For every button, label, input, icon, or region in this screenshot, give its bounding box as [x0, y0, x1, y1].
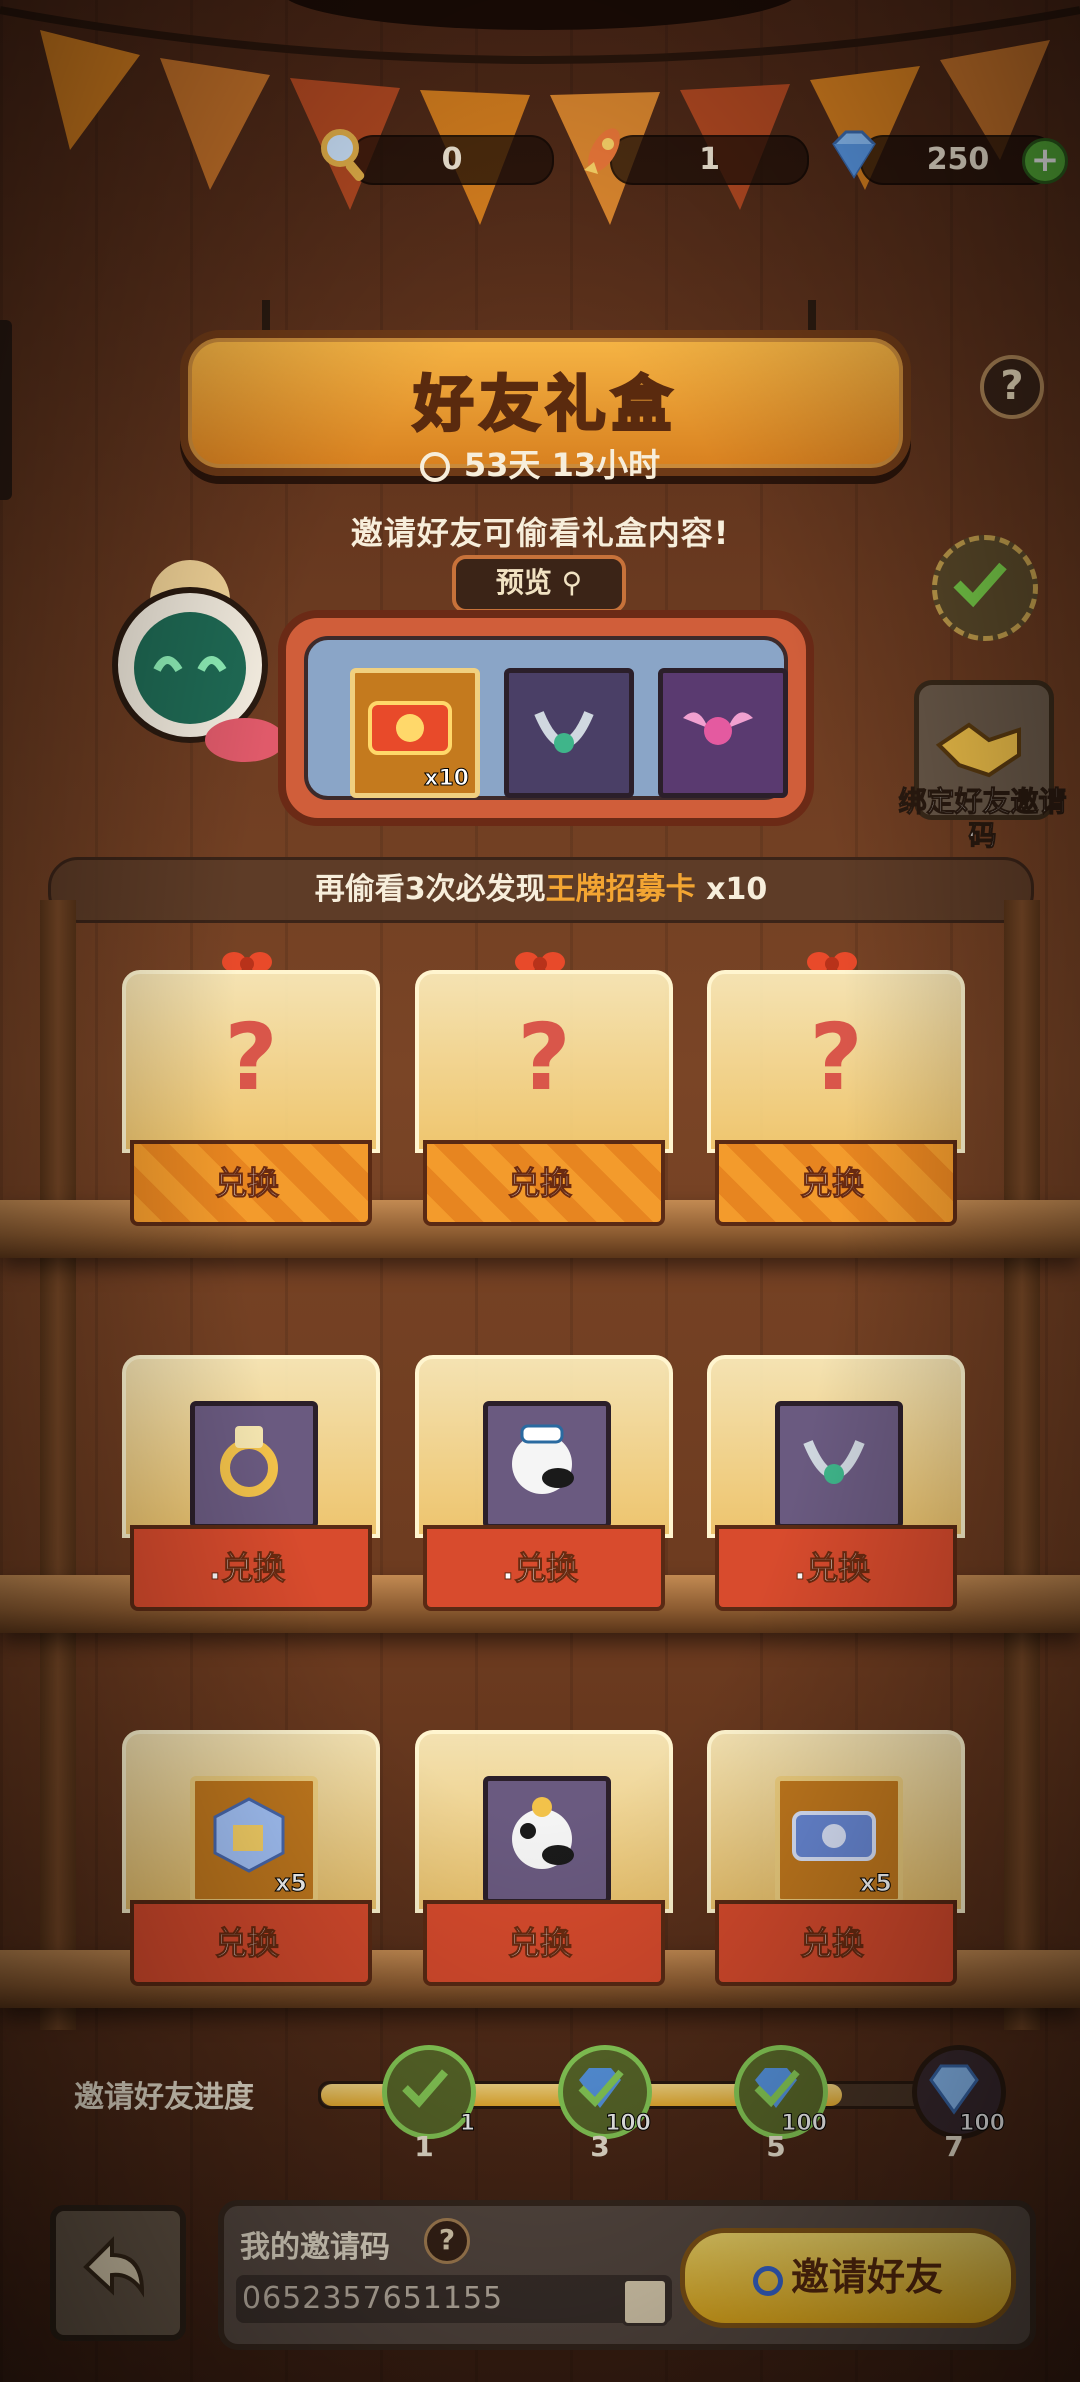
reward-box-blue-card[interactable]: x5 兑换: [707, 1730, 965, 1990]
reward-item-qty: x5: [274, 1869, 307, 1898]
invite-friends-button[interactable]: 邀请好友: [680, 2228, 1016, 2328]
mystery-box-3[interactable]: ? 兑换: [707, 952, 965, 1230]
add-gems-button[interactable]: +: [1022, 138, 1068, 184]
game-screen: 0 1 250 + 好友礼盒 ? 53天 13小时 邀请好友可偷看礼盒内容! 预…: [0, 0, 1080, 2382]
mystery-box-1[interactable]: ? 兑换: [122, 952, 380, 1230]
mystery-box-2[interactable]: ? 兑换: [415, 952, 673, 1230]
exchange-button[interactable]: 兑换: [122, 1918, 372, 1964]
sailor-dog-character-icon: [512, 1424, 574, 1494]
rocket-count: 1: [610, 135, 809, 185]
winged-charm-icon: [683, 712, 753, 745]
question-mark-icon: ?: [224, 1004, 278, 1111]
back-button[interactable]: [50, 2205, 186, 2341]
magnifier-count: 0: [350, 135, 554, 185]
countdown-text: 53天 13小时: [463, 446, 661, 484]
reward-box-duck[interactable]: .兑换: [415, 1355, 673, 1615]
reward-box-cube[interactable]: x5 兑换: [122, 1730, 380, 1990]
horn-ring-icon: [803, 1440, 865, 1484]
check-icon: [402, 2069, 449, 2108]
preview-item-qty: x10: [424, 766, 470, 792]
exchange-button[interactable]: .兑换: [122, 1543, 372, 1589]
reward-box-horn-ring[interactable]: .兑换: [707, 1355, 965, 1615]
bunting-decoration: [0, 0, 1080, 225]
reward-box-cow-dog[interactable]: 兑换: [415, 1730, 673, 1990]
progress-node-5[interactable]: 100: [734, 2045, 828, 2139]
shelf-post-left: [40, 900, 76, 2030]
progress-node-7[interactable]: 100: [912, 2045, 1006, 2139]
progress-step: 1: [414, 2130, 434, 2163]
progress-node-1[interactable]: 1: [382, 2045, 476, 2139]
exchange-button[interactable]: .兑换: [415, 1543, 665, 1589]
astronaut-mascot-icon: [112, 560, 285, 762]
preview-panel-inner: x10: [304, 636, 788, 800]
banner-highlight: 王牌招募卡: [545, 872, 696, 907]
invite-progress-label: 邀请好友进度: [74, 2080, 254, 2115]
exchange-button[interactable]: 兑换: [707, 1158, 957, 1204]
exchange-button[interactable]: 兑换: [122, 1158, 372, 1204]
question-mark-icon: ?: [809, 1004, 863, 1111]
gold-ring-icon: [220, 1426, 278, 1497]
magnifier-icon: [321, 129, 365, 182]
progress-step: 7: [944, 2130, 964, 2163]
reward-box-ring[interactable]: .兑换: [122, 1355, 380, 1615]
search-icon: [752, 2266, 783, 2296]
reward-item: [483, 1401, 611, 1529]
countdown-timer: 53天 13小时: [0, 440, 1080, 486]
preview-panel: x10: [278, 610, 814, 826]
invite-code-field[interactable]: 0652357651155: [236, 2275, 672, 2323]
progress-node-3[interactable]: 100: [558, 2045, 652, 2139]
reward-item-qty: x5: [859, 1869, 892, 1898]
gem-icon: [832, 130, 876, 179]
invite-friends-label: 邀请好友: [790, 2255, 943, 2299]
reward-item: [190, 1401, 318, 1529]
help-button[interactable]: ?: [980, 355, 1044, 419]
preview-item-2[interactable]: [504, 668, 634, 798]
question-mark-icon: ?: [517, 1004, 571, 1111]
invite-code-label: 我的邀请码: [240, 2230, 390, 2265]
bind-friend-code-label: 绑定好友邀请码: [898, 785, 1067, 853]
reward-item: x5: [775, 1776, 903, 1904]
progress-step: 3: [590, 2130, 610, 2163]
reward-item: [775, 1401, 903, 1529]
search-icon: ⚲: [551, 566, 583, 599]
reward-item: [483, 1776, 611, 1904]
page-title: 好友礼盒: [412, 369, 678, 442]
shelf-post-right: [1004, 900, 1040, 2030]
rocket-icon: [584, 128, 620, 174]
reward-item: x5: [190, 1776, 318, 1904]
exchange-button[interactable]: 兑换: [415, 1918, 665, 1964]
progress-step: 5: [766, 2130, 786, 2163]
exchange-button[interactable]: 兑换: [707, 1918, 957, 1964]
preview-button[interactable]: 预览 ⚲: [452, 555, 626, 613]
back-arrow-icon: [83, 2236, 145, 2298]
preview-label: 预览: [495, 566, 552, 599]
task-checklist-icon[interactable]: [932, 535, 1038, 641]
preview-item-1[interactable]: x10: [350, 668, 480, 798]
invite-code-help-button[interactable]: ?: [424, 2218, 470, 2264]
clock-icon: [419, 452, 450, 482]
banner-prefix: 再偷看3次必发现: [314, 872, 546, 907]
preview-item-3[interactable]: [658, 668, 788, 798]
cow-dog-character-icon: [512, 1797, 574, 1869]
banner-suffix: x10: [695, 872, 768, 907]
exchange-button[interactable]: 兑换: [415, 1158, 665, 1204]
horn-ring-icon: [534, 711, 594, 753]
progress-node-value: 1: [459, 2111, 475, 2137]
exchange-button[interactable]: .兑换: [707, 1543, 957, 1589]
copy-code-icon[interactable]: [622, 2278, 668, 2326]
guarantee-banner: 再偷看3次必发现王牌招募卡 x10: [48, 857, 1034, 923]
